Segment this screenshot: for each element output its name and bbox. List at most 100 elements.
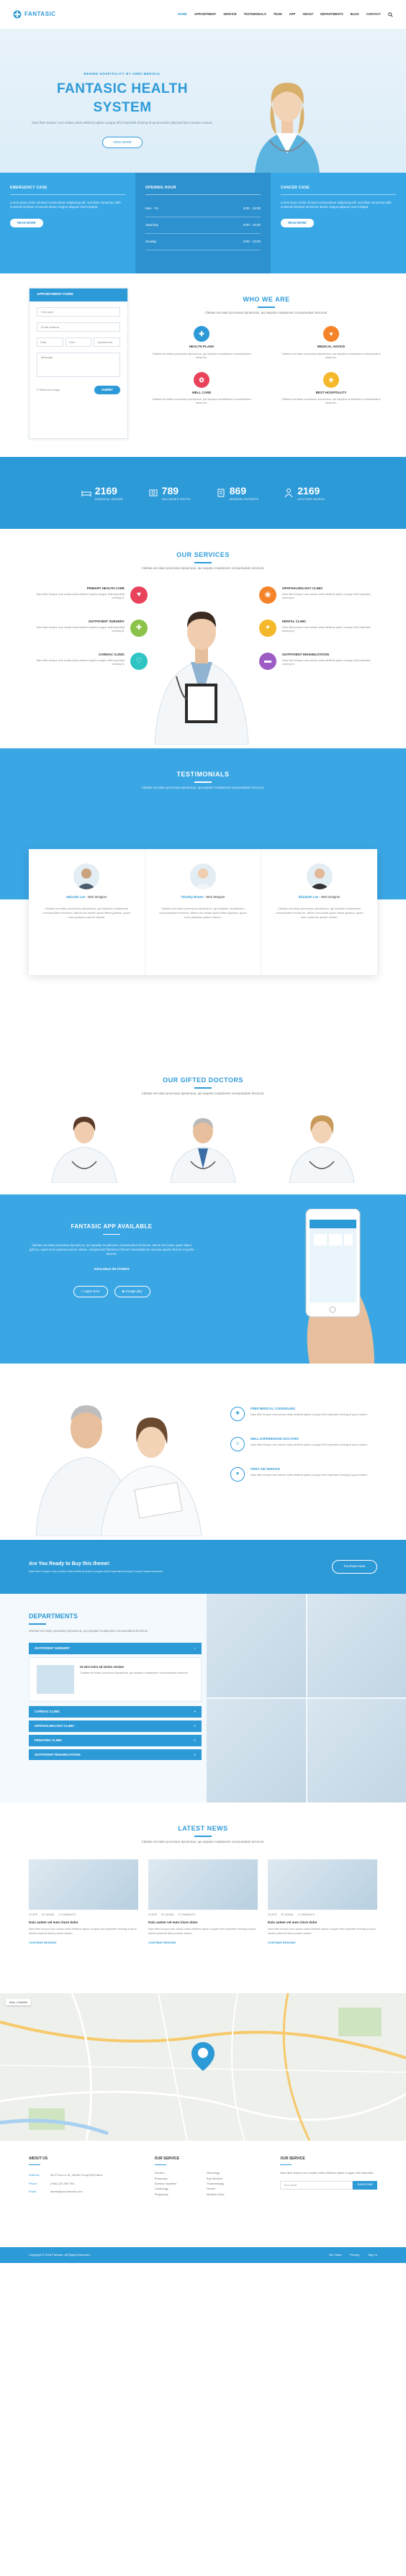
plus-icon: + [194,1723,196,1728]
features-section: ✚ FREE MEDICAL COUNSELING Nam liber tempo… [0,1364,406,1540]
feature-item: ☺ WELL EXPERIENCED DOCTORS Nam liber temp… [230,1437,374,1451]
location-map[interactable]: Map | Satellite [0,1993,406,2141]
testimonial-card: Timothy Brown - Web designer Claritas es… [145,849,262,975]
footer-bottom-link[interactable]: Sign In [369,2253,377,2257]
search-icon[interactable] [388,12,393,17]
google-play-button[interactable]: ▶ Google play [114,1285,150,1297]
logo[interactable]: FANTASIC [13,10,55,19]
accordion-header[interactable]: PEDIATRIC CLINIC + [29,1734,202,1746]
feature-item: ✚ FREE MEDICAL COUNSELING Nam liber tempo… [230,1407,374,1421]
testimonials-section: TESTIMONIALS Claritas est etiam processu… [0,748,406,1000]
service-item[interactable]: ♥ PRIMARY HEALTH CARE Nam liber tempor cu… [29,586,148,604]
news-cards: 20 APR BY ADMIN 3 COMMENTS Duis autem vel … [0,1859,406,1944]
news-card[interactable]: 20 APR BY ADMIN 3 COMMENTS Duis autem vel … [268,1859,377,1944]
doctor-photo[interactable] [163,1111,243,1184]
tooth-icon: ✦ [259,620,276,637]
footer-bottom-link[interactable]: Our Team [329,2253,342,2257]
hero-desc: Nam liber tempor cum soluta nobis eleife… [32,121,213,125]
message-field[interactable]: Message [37,353,120,378]
map-marker-icon[interactable] [191,2042,215,2071]
app-title: FANTASIC APP AVAILABLE [71,1223,153,1230]
copyright-bar: Copyright © 2016 Fantasic. All Rights Re… [0,2247,406,2263]
subscribe-form: Your email SUBSCRIBE [280,2180,378,2190]
nav-app[interactable]: APP [289,12,296,17]
footer: ABOUT US Address No.9 Hoa Lu St, Hai Ba T… [0,2141,406,2263]
footer-link[interactable]: Pharmacy [155,2177,199,2180]
footer-link[interactable]: Medical Clinic [207,2192,251,2196]
footer-link[interactable]: Neurology [207,2171,251,2174]
accordion-header[interactable]: OPHTHALMOLOGY CLINIC + [29,1720,202,1732]
news-title: LATEST NEWS [178,1825,228,1832]
footer-link[interactable]: Eye Medical [207,2177,251,2180]
features-list: ✚ FREE MEDICAL COUNSELING Nam liber tempo… [230,1407,374,1497]
footer-link[interactable]: Cardiology [155,2187,199,2190]
services-header: OUR SERVICES Claritas est etiam processu… [0,529,406,570]
news-image [29,1859,138,1910]
apple-store-button[interactable]:  Apple store [73,1285,108,1297]
main-menu: HOME APPOINTMENT SERVICE TESTIMONIALS TE… [178,12,393,17]
nav-contact[interactable]: CONTACT [366,12,381,17]
continue-reading-link[interactable]: CONTINUE READING [268,1941,377,1945]
nav-about[interactable]: ABOUT [302,12,313,17]
footer-link[interactable]: Doctors [155,2171,199,2174]
service-item[interactable]: ♡ CARDIAC CLINIC Nam liber tempor cum sol… [29,653,148,670]
accordion-header[interactable]: CARDIAC CLINIC + [29,1706,202,1718]
service-item[interactable]: ▬ OUTPATIENT REHABILITATION Nam liber tem… [259,653,378,670]
cta-desc: Nam liber tempor cum soluta nobis eleife… [29,1569,163,1574]
nav-service[interactable]: SERVICE [223,12,236,17]
subscribe-button[interactable]: SUBSCRIBE [353,2180,378,2190]
news-card[interactable]: 20 APR BY ADMIN 3 COMMENTS Duis autem vel … [29,1859,138,1944]
nav-departments[interactable]: DEPARTMENTS [320,12,343,17]
cancer-read-more-button[interactable]: READ MORE [281,219,314,228]
service-item[interactable]: ◉ OPHTHALMOLOGY CLINIC Nam liber tempor c… [259,586,378,604]
service-item[interactable]: ✚ OUTPATIENT SURGERY Nam liber tempor cum… [29,620,148,637]
nav-appointment[interactable]: APPOINTMENT [194,12,216,17]
hero-text: BEHIND HOSPITALITY BY OMNI MEDIKAL FANTA… [29,72,216,149]
footer-link[interactable]: Traumatology [207,2182,251,2185]
continue-reading-link[interactable]: CONTINUE READING [148,1941,258,1945]
doctor-icon [284,488,293,498]
avatar [306,863,333,889]
service-item[interactable]: ✦ DENTAL CLINIC Nam liber tempor cum solu… [259,620,378,637]
department-select[interactable]: Department [94,337,121,348]
name-field[interactable]: Full name [37,307,120,317]
hero-view-more-button[interactable]: VIEW MORE [102,137,143,149]
news-section: LATEST NEWS Claritas est etiam processus… [0,1802,406,1993]
doctor-photo[interactable] [45,1111,124,1184]
who-title: WHO WE ARE [243,296,290,303]
submit-button[interactable]: SUBMIT [94,386,120,395]
logo-icon [13,10,22,19]
footer-link[interactable]: Nursery Inpatient [155,2182,199,2185]
app-section: FANTASIC APP AVAILABLE Claritas est etia… [0,1194,406,1364]
news-card[interactable]: 20 APR BY ADMIN 3 COMMENTS Duis autem vel … [148,1859,258,1944]
health-plans-icon: ✚ [194,326,209,343]
appointment-form: APPOINTMENT FORM Full name Email address… [29,288,128,439]
departments-section: DEPARTMENTS Claritas est etiam processus… [0,1594,406,1802]
nav-testimonials[interactable]: TESTIMONIALS [244,12,266,17]
nav-team[interactable]: TEAM [274,12,282,17]
appointment-footer: ☐ Send me a copy SUBMIT [37,386,120,395]
hero-doctor-image [255,83,320,173]
doctor-photo[interactable] [282,1111,361,1184]
date-field[interactable]: Date [37,337,63,348]
purchase-now-button[interactable]: Purchase Now [331,1560,377,1574]
time-field[interactable]: Time [65,337,92,348]
accordion-header[interactable]: OUTPATIENT REHABILITATION + [29,1749,202,1761]
continue-reading-link[interactable]: CONTINUE READING [29,1941,138,1945]
gallery-image [307,1699,406,1802]
map-type-control[interactable]: Map | Satellite [6,1999,32,2006]
newsletter-email-input[interactable]: Your email [280,2180,353,2190]
nav-home[interactable]: HOME [178,12,187,17]
accordion-header-open[interactable]: OUTPATIENT SURGERY − [29,1643,202,1655]
copy-checkbox[interactable]: ☐ Send me a copy [37,389,60,392]
department-image [37,1665,74,1695]
footer-link[interactable]: Pregnancy [155,2192,199,2196]
footer-bottom-link[interactable]: Privacy [350,2253,359,2257]
email-field[interactable]: Email address [37,322,120,332]
emergency-read-more-button[interactable]: READ MORE [10,219,43,228]
gallery-image [207,1594,306,1697]
footer-link[interactable]: Dental [207,2187,251,2190]
nav-blog[interactable]: BLOG [351,12,359,17]
hero-title: FANTASIC HEALTH SYSTEM [56,81,188,115]
services-desc: Claritas est etiam processus dynamicus, … [141,566,265,570]
